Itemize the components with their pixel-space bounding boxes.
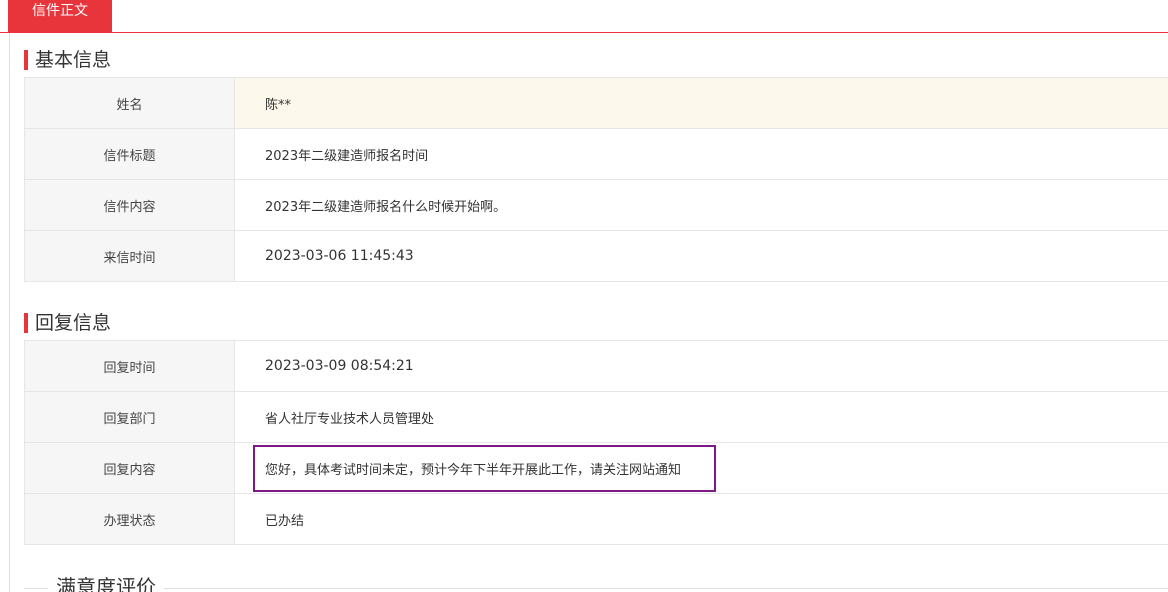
status-label: 办理状态 — [24, 493, 235, 545]
table-row: 来信时间 2023-03-06 11:45:43 — [24, 230, 1168, 282]
reply-info-table: 回复时间 2023-03-09 08:54:21 回复部门 省人社厅专业技术人员… — [24, 340, 1168, 545]
content-frame-border — [9, 33, 10, 592]
letter-content-label: 信件内容 — [24, 179, 235, 231]
table-row: 办理状态 已办结 — [24, 493, 1168, 545]
reply-department-label: 回复部门 — [24, 391, 235, 443]
table-row: 信件标题 2023年二级建造师报名时间 — [24, 128, 1168, 180]
table-row: 回复时间 2023-03-09 08:54:21 — [24, 340, 1168, 392]
reply-time-value: 2023-03-09 08:54:21 — [234, 340, 1168, 392]
letter-time-label: 来信时间 — [24, 230, 235, 282]
reply-time-label: 回复时间 — [24, 340, 235, 392]
basic-info-heading: 基本信息 — [24, 48, 111, 72]
basic-info-table: 姓名 陈** 信件标题 2023年二级建造师报名时间 信件内容 2023年二级建… — [24, 77, 1168, 282]
evaluation-title: 满意度评价 — [48, 574, 164, 592]
table-row: 回复部门 省人社厅专业技术人员管理处 — [24, 391, 1168, 443]
reply-content-cell: 您好，具体考试时间未定，预计今年下半年开展此工作，请关注网站通知 — [234, 442, 1168, 494]
name-label: 姓名 — [24, 77, 235, 129]
reply-content-value: 您好，具体考试时间未定，预计今年下半年开展此工作，请关注网站通知 — [253, 444, 717, 492]
basic-info-title: 基本信息 — [35, 49, 112, 71]
letter-title-label: 信件标题 — [24, 128, 235, 180]
table-row: 回复内容 您好，具体考试时间未定，预计今年下半年开展此工作，请关注网站通知 — [24, 442, 1168, 494]
reply-department-value: 省人社厅专业技术人员管理处 — [234, 391, 1168, 443]
table-row: 姓名 陈** — [24, 77, 1168, 129]
reply-info-title: 回复信息 — [35, 312, 112, 334]
tab-letter-body[interactable]: 信件正文 — [8, 0, 112, 33]
table-row: 信件内容 2023年二级建造师报名什么时候开始啊。 — [24, 179, 1168, 231]
name-value: 陈** — [234, 77, 1168, 129]
letter-content-value: 2023年二级建造师报名什么时候开始啊。 — [234, 179, 1168, 231]
reply-info-heading: 回复信息 — [24, 311, 111, 335]
section-marker — [24, 50, 28, 70]
letter-time-value: 2023-03-06 11:45:43 — [234, 230, 1168, 282]
tab-bar: 信件正文 — [0, 0, 1168, 33]
letter-detail-page: 信件正文 基本信息 姓名 陈** 信件标题 2023年二级建造师报名时间 信件内… — [0, 0, 1168, 592]
letter-title-value: 2023年二级建造师报名时间 — [234, 128, 1168, 180]
reply-content-label: 回复内容 — [24, 442, 235, 494]
section-marker — [24, 313, 28, 333]
status-value: 已办结 — [234, 493, 1168, 545]
evaluation-divider — [24, 588, 1168, 589]
